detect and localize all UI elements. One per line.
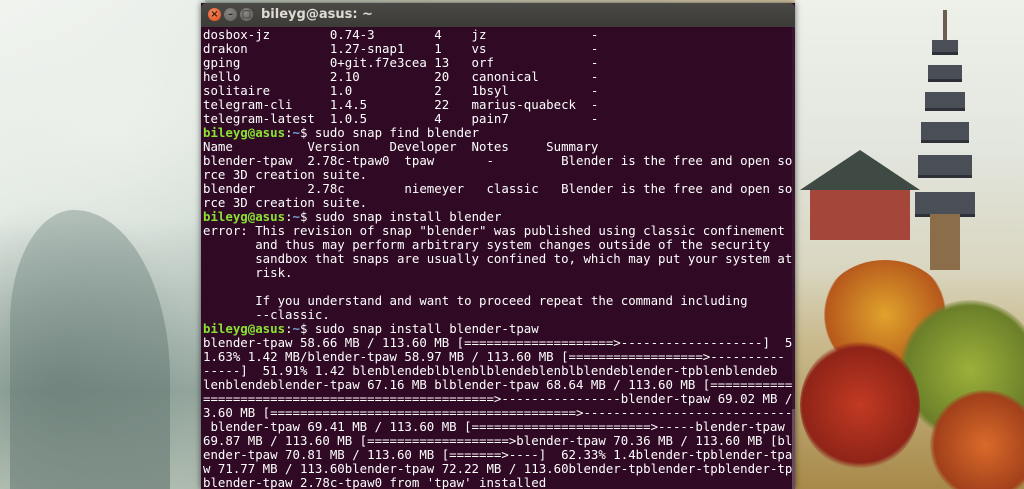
wallpaper-pagoda (915, 10, 975, 270)
progress-line: =======================================>… (203, 391, 795, 406)
scrollbar[interactable] (792, 27, 795, 489)
prompt-line: bileyg@asus:~$ sudo snap install blender (203, 209, 502, 224)
window-title: bileyg@asus: ~ (261, 7, 373, 22)
progress-line: lenblendeblender-tpaw 67.16 MB blblender… (203, 377, 793, 392)
progress-line: 3.60 MB [===============================… (203, 405, 793, 420)
output-line: Name Version Developer Notes Summary (203, 139, 599, 154)
output-line: blender-tpaw 2.78c-tpaw0 from 'tpaw' ins… (203, 475, 547, 489)
progress-line: w 71.77 MB / 113.60blender-tpaw 72.22 MB… (203, 461, 793, 476)
output-line: solitaire 1.0 2 1bsyl - (203, 83, 599, 98)
output-line: drakon 1.27-snap1 1 vs - (203, 41, 599, 56)
output-line: rce 3D creation suite. (203, 195, 368, 210)
output-line: telegram-latest 1.0.5 4 pain7 - (203, 111, 599, 126)
output-line: telegram-cli 1.4.5 22 marius-quabeck - (203, 97, 599, 112)
progress-line: 1.63% 1.42 MB/blender-tpaw 58.97 MB / 11… (203, 349, 785, 364)
progress-line: 69.87 MB / 113.60 MB [==================… (203, 433, 793, 448)
command-text: sudo snap find blender (307, 125, 480, 140)
output-line: hello 2.10 20 canonical - (203, 69, 599, 84)
progress-line: -----] 51.91% 1.42 blenblendeblblenblble… (203, 363, 778, 378)
output-line: --classic. (203, 307, 330, 322)
progress-line: blender-tpaw 58.66 MB / 113.60 MB [=====… (203, 335, 793, 350)
prompt-cwd: ~ (292, 125, 300, 140)
scrollbar-thumb[interactable] (792, 409, 795, 489)
prompt-cwd: ~ (292, 209, 300, 224)
output-line: gping 0+git.f7e3cea 13 orf - (203, 55, 599, 70)
prompt-line: bileyg@asus:~$ sudo snap find blender (203, 125, 480, 140)
minimize-icon[interactable]: – (224, 8, 237, 21)
progress-line: blender-tpaw 69.41 MB / 113.60 MB [=====… (203, 419, 785, 434)
prompt-user-host: bileyg@asus (203, 321, 286, 336)
output-line: blender 2.78c niemeyer classic Blender i… (203, 181, 795, 196)
terminal-window[interactable]: × – □ bileyg@asus: ~ dosbox-jz 0.74-3 4 … (201, 3, 795, 489)
title-bar[interactable]: × – □ bileyg@asus: ~ (201, 3, 795, 27)
command-text: sudo snap install blender (307, 209, 502, 224)
prompt-cwd: ~ (292, 321, 300, 336)
prompt-user-host: bileyg@asus (203, 125, 286, 140)
output-line: and thus may perform arbitrary system ch… (203, 237, 770, 252)
output-line: error: This revision of snap "blender" w… (203, 223, 785, 238)
output-line: risk. (203, 265, 293, 280)
maximize-icon[interactable]: □ (240, 8, 253, 21)
close-icon[interactable]: × (208, 8, 221, 21)
prompt-line: bileyg@asus:~$ sudo snap install blender… (203, 321, 539, 336)
output-line: rce 3D creation suite. (203, 167, 368, 182)
wallpaper-temple (800, 150, 920, 270)
prompt-user-host: bileyg@asus (203, 209, 286, 224)
output-line: dosbox-jz 0.74-3 4 jz - (203, 27, 599, 42)
command-text: sudo snap install blender-tpaw (307, 321, 539, 336)
progress-line: ender-tpaw 70.81 MB / 113.60 MB [=======… (203, 447, 793, 462)
terminal-output[interactable]: dosbox-jz 0.74-3 4 jz - drakon 1.27-snap1… (201, 27, 795, 489)
output-line: If you understand and want to proceed re… (203, 293, 748, 308)
output-line: sandbox that snaps are usually confined … (203, 251, 793, 266)
output-line: blender-tpaw 2.78c-tpaw0 tpaw - Blender … (203, 153, 795, 168)
